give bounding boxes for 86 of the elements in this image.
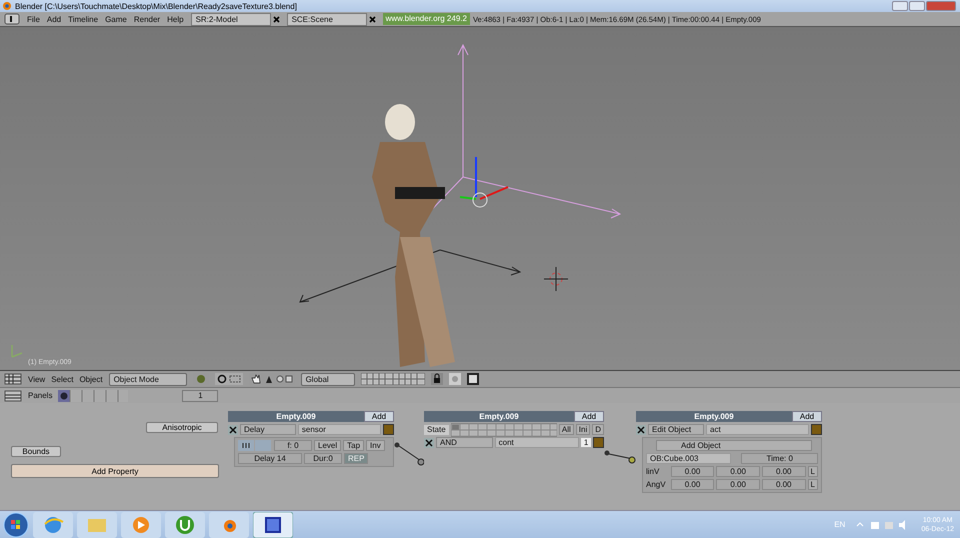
start-button-icon[interactable] <box>3 512 29 538</box>
hand-manipulator-icon[interactable] <box>248 373 295 385</box>
object-name-header: Empty.009 <box>424 411 574 422</box>
lock-icon[interactable] <box>430 373 443 385</box>
transform-widget-drawing <box>460 157 508 208</box>
actuator-type-dropdown[interactable]: Edit Object <box>648 424 704 435</box>
minimize-button[interactable] <box>892 1 908 11</box>
app-logo-icon <box>2 1 12 11</box>
delete-icon[interactable] <box>424 438 434 448</box>
sensor-type-dropdown[interactable]: Delay <box>240 424 296 435</box>
panels-menu[interactable]: Panels <box>28 391 52 400</box>
menu-item[interactable]: Help <box>167 14 184 24</box>
state-label: State <box>424 424 449 434</box>
expand-toggle[interactable] <box>811 424 822 435</box>
menu-item[interactable]: Game <box>105 14 127 24</box>
pivot-icon[interactable] <box>214 373 243 385</box>
mode-dropdown[interactable]: Object Mode <box>108 372 187 386</box>
image-icon[interactable] <box>466 373 479 385</box>
globe-icon[interactable] <box>33 512 73 538</box>
controller-name-field[interactable]: cont <box>494 437 580 448</box>
delete-icon[interactable] <box>636 424 646 434</box>
priority-field[interactable]: 1 <box>581 438 592 447</box>
add-button[interactable]: Add <box>792 411 822 422</box>
local-toggle[interactable]: L <box>808 466 818 477</box>
actuator-name-field[interactable]: act <box>706 424 810 435</box>
window-title: Blender [C:\Users\Touchmate\Desktop\Mix\Blender\Ready2saveTexture3.blend] <box>15 2 297 10</box>
velocity-label: AngV <box>646 480 667 489</box>
toggle-button[interactable]: Inv <box>366 440 385 451</box>
scene-field[interactable]: SCE:Scene <box>286 12 367 26</box>
local-toggle[interactable]: L <box>808 479 818 490</box>
axis-gizmo-icon <box>11 344 23 358</box>
controller-type-dropdown[interactable]: AND <box>436 437 493 448</box>
time-field[interactable]: Time: 0 <box>741 453 818 464</box>
orientation-dropdown[interactable]: Global <box>300 372 355 386</box>
3d-cursor-icon <box>544 266 568 292</box>
layer-grid-icon[interactable] <box>360 373 425 385</box>
state-button[interactable]: All <box>558 424 574 435</box>
object-name-header: Empty.009 <box>228 411 364 422</box>
velocity-field[interactable]: 0.00 <box>670 466 714 477</box>
panels-editor-icon[interactable] <box>4 390 22 402</box>
menu-item[interactable]: File <box>27 14 40 24</box>
menu-item[interactable]: View <box>28 374 46 384</box>
edit-mode-dropdown[interactable]: Add Object <box>656 440 812 451</box>
object-name-header: Empty.009 <box>636 411 792 422</box>
torrent-icon[interactable] <box>165 512 205 538</box>
menu-item[interactable]: Render <box>134 14 160 24</box>
menu-item[interactable]: Object <box>79 374 103 384</box>
velocity-field[interactable]: 0.00 <box>716 479 760 490</box>
delete-icon[interactable] <box>228 424 238 434</box>
state-button[interactable]: Ini <box>576 424 590 435</box>
context-buttons-icon[interactable] <box>58 390 128 402</box>
close-icon[interactable] <box>272 16 280 22</box>
play-icon[interactable] <box>121 512 161 538</box>
anisotropic-button[interactable]: Anisotropic <box>146 422 218 433</box>
menu-item[interactable]: Select <box>51 374 74 384</box>
toggle-button[interactable]: Level <box>314 440 342 451</box>
expand-toggle[interactable] <box>383 424 394 435</box>
frame-number-field[interactable]: 1 <box>182 390 218 402</box>
pulse-mode-icon[interactable] <box>238 440 272 451</box>
object-field[interactable]: OB:Cube.003 <box>646 453 732 464</box>
delay-field[interactable]: Delay 14 <box>238 453 302 464</box>
bounds-button[interactable]: Bounds <box>11 446 61 457</box>
frequency-field[interactable]: f: 0 <box>274 440 312 451</box>
screen-field[interactable]: SR:2-Model <box>190 12 271 26</box>
menu-item[interactable]: Add <box>46 14 62 24</box>
toggle-button[interactable]: Tap <box>343 440 364 451</box>
velocity-label: linV <box>646 467 660 476</box>
menu-item[interactable]: Timeline <box>68 14 98 24</box>
state-grid-icon[interactable] <box>450 422 557 436</box>
expand-toggle[interactable] <box>593 437 604 448</box>
velocity-field[interactable]: 0.00 <box>762 479 806 490</box>
add-property-button[interactable]: Add Property <box>11 464 219 478</box>
velocity-field[interactable]: 0.00 <box>716 466 760 477</box>
connector-line <box>604 449 636 464</box>
velocity-field[interactable]: 0.00 <box>762 466 806 477</box>
grid-editor-icon[interactable] <box>4 373 22 385</box>
window-app-icon[interactable] <box>253 512 293 538</box>
state-button[interactable]: D <box>592 424 604 435</box>
info-editor-icon[interactable] <box>4 13 20 25</box>
close-icon[interactable] <box>368 16 376 22</box>
sensor-name-field[interactable]: sensor <box>298 424 382 435</box>
duration-field[interactable]: Dur:0 <box>304 453 342 464</box>
add-button[interactable]: Add <box>574 411 604 422</box>
maximize-button[interactable] <box>909 1 925 11</box>
velocity-field[interactable]: 0.00 <box>670 479 714 490</box>
add-button[interactable]: Add <box>364 411 394 422</box>
